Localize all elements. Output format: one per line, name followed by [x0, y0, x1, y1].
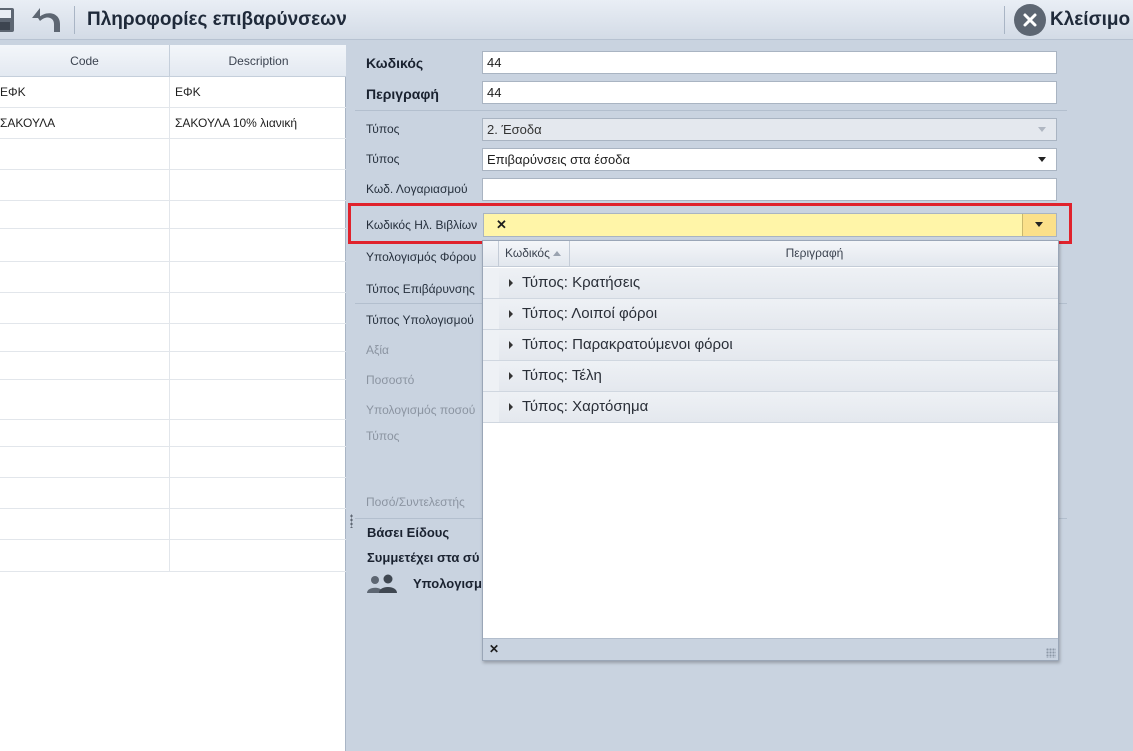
empty-row — [0, 420, 346, 447]
toolbar-separator — [74, 6, 75, 34]
empty-row — [0, 229, 346, 262]
splitter-grip[interactable] — [350, 514, 353, 528]
charges-grid: Code Description ΕΦΚ ΕΦΚ ΣΑΚΟΥΛΑ ΣΑΚΟΥΛΑ… — [0, 45, 346, 751]
percent-label: Ποσοστό — [366, 373, 415, 387]
undo-icon[interactable] — [28, 4, 64, 36]
group-label: Τύπος: Χαρτόσημα — [522, 398, 649, 415]
empty-row — [0, 170, 346, 201]
type2-label: Τύπος — [366, 152, 400, 166]
value-label: Αξία — [366, 343, 389, 357]
table-row[interactable]: ΣΑΚΟΥΛΑ ΣΑΚΟΥΛΑ 10% λιανική — [0, 108, 346, 139]
participates-label: Συμμετέχει στα σύ — [367, 550, 480, 565]
users-icon — [366, 574, 398, 594]
group-label: Τύπος: Παρακρατούμενοι φόροι — [522, 336, 733, 353]
dropdown-column-code[interactable]: Κωδικός — [500, 241, 570, 267]
dropdown-header: Κωδικός Περιγραφή — [483, 241, 1058, 267]
chevron-down-icon — [1035, 222, 1043, 227]
account-code-label: Κωδ. Λογαριασμού — [366, 182, 468, 196]
empty-row — [0, 201, 346, 229]
code-label: Κωδικός — [366, 55, 424, 71]
column-header-description[interactable]: Description — [171, 45, 346, 77]
expand-arrow-icon[interactable] — [509, 310, 513, 318]
code-input[interactable]: 44 — [482, 51, 1057, 74]
chevron-down-icon — [1038, 127, 1046, 132]
type1-value: 2. Έσοδα — [487, 122, 542, 137]
amount-calc-label: Υπολογισμός ποσού — [366, 403, 476, 417]
empty-row — [0, 352, 346, 380]
empty-row — [0, 324, 346, 352]
type2-value: Επιβαρύνσεις στα έσοδα — [487, 152, 631, 167]
ebooks-code-dropdown[interactable]: Κωδικός Περιγραφή Τύπος: Κρατήσεις Τύπος… — [482, 240, 1059, 661]
dropdown-column-code-label: Κωδικός — [505, 246, 550, 260]
group-row[interactable]: Τύπος: Τέλη — [483, 361, 1058, 392]
row-indicator-header — [483, 241, 499, 267]
empty-row — [0, 262, 346, 293]
tax-calc-label: Υπολογισμός Φόρου — [366, 250, 477, 264]
dropdown-column-description[interactable]: Περιγραφή — [571, 241, 1058, 267]
group-label: Τύπος: Κρατήσεις — [522, 274, 641, 291]
expand-arrow-icon[interactable] — [509, 279, 513, 287]
resize-grip-icon[interactable] — [1046, 648, 1056, 658]
clear-icon[interactable]: ✕ — [496, 217, 507, 233]
empty-row — [0, 478, 346, 509]
save-icon[interactable] — [0, 6, 16, 34]
calc-section-label: Υπολογισμ — [413, 576, 482, 591]
group-label: Τύπος: Τέλη — [522, 367, 602, 384]
empty-row — [0, 447, 346, 478]
divider — [355, 110, 1067, 111]
chevron-down-icon[interactable] — [1038, 157, 1046, 162]
description-input[interactable]: 44 — [482, 81, 1057, 104]
account-code-input[interactable] — [482, 178, 1057, 201]
toolbar: Πληροφορίες επιβαρύνσεων Κλείσιμο — [0, 0, 1133, 40]
grid-header: Code Description — [0, 45, 346, 77]
type2-select[interactable]: Επιβαρύνσεις στα έσοδα — [482, 148, 1057, 171]
expand-arrow-icon[interactable] — [509, 403, 513, 411]
close-button-label: Κλείσιμο — [1050, 9, 1131, 30]
type1-select: 2. Έσοδα — [482, 118, 1057, 141]
empty-row — [0, 139, 346, 170]
cell-code: ΣΑΚΟΥΛΑ — [0, 108, 170, 138]
expand-arrow-icon[interactable] — [509, 341, 513, 349]
expand-arrow-icon[interactable] — [509, 372, 513, 380]
group-row[interactable]: Τύπος: Λοιποί φόροι — [483, 299, 1058, 330]
type3-label: Τύπος — [366, 429, 400, 443]
description-label: Περιγραφή — [366, 86, 439, 102]
clear-icon[interactable]: ✕ — [489, 642, 499, 656]
page-title: Πληροφορίες επιβαρύνσεων — [87, 9, 347, 30]
type1-label: Τύπος — [366, 122, 400, 136]
charge-type-label: Τύπος Επιβάρυνσης — [366, 282, 475, 296]
table-row[interactable]: ΕΦΚ ΕΦΚ — [0, 77, 346, 108]
amount-factor-label: Ποσό/Συντελεστής — [366, 495, 465, 509]
cell-code: ΕΦΚ — [0, 77, 170, 107]
ebooks-code-label: Κωδικός Ηλ. Βιβλίων — [366, 218, 478, 232]
cell-description: ΕΦΚ — [175, 85, 201, 99]
group-row[interactable]: Τύπος: Χαρτόσημα — [483, 392, 1058, 423]
dropdown-button[interactable] — [1022, 214, 1056, 236]
empty-row — [0, 380, 346, 420]
group-row[interactable]: Τύπος: Παρακρατούμενοι φόροι — [483, 330, 1058, 361]
dropdown-footer: ✕ — [483, 638, 1058, 660]
cell-description: ΣΑΚΟΥΛΑ 10% λιανική — [175, 116, 298, 130]
close-button[interactable]: Κλείσιμο — [1014, 4, 1130, 36]
calc-type-label: Τύπος Υπολογισμού — [366, 313, 474, 327]
sort-asc-icon — [552, 251, 561, 257]
toolbar-separator — [1004, 6, 1005, 34]
empty-row — [0, 540, 346, 572]
ebooks-code-combo[interactable]: ✕ — [483, 213, 1057, 237]
empty-row — [0, 509, 346, 540]
empty-row — [0, 293, 346, 324]
close-icon — [1014, 4, 1046, 36]
group-row[interactable]: Τύπος: Κρατήσεις — [483, 268, 1058, 299]
column-header-code[interactable]: Code — [0, 45, 170, 77]
per-item-label: Βάσει Είδους — [367, 525, 450, 540]
group-label: Τύπος: Λοιποί φόροι — [522, 305, 658, 322]
